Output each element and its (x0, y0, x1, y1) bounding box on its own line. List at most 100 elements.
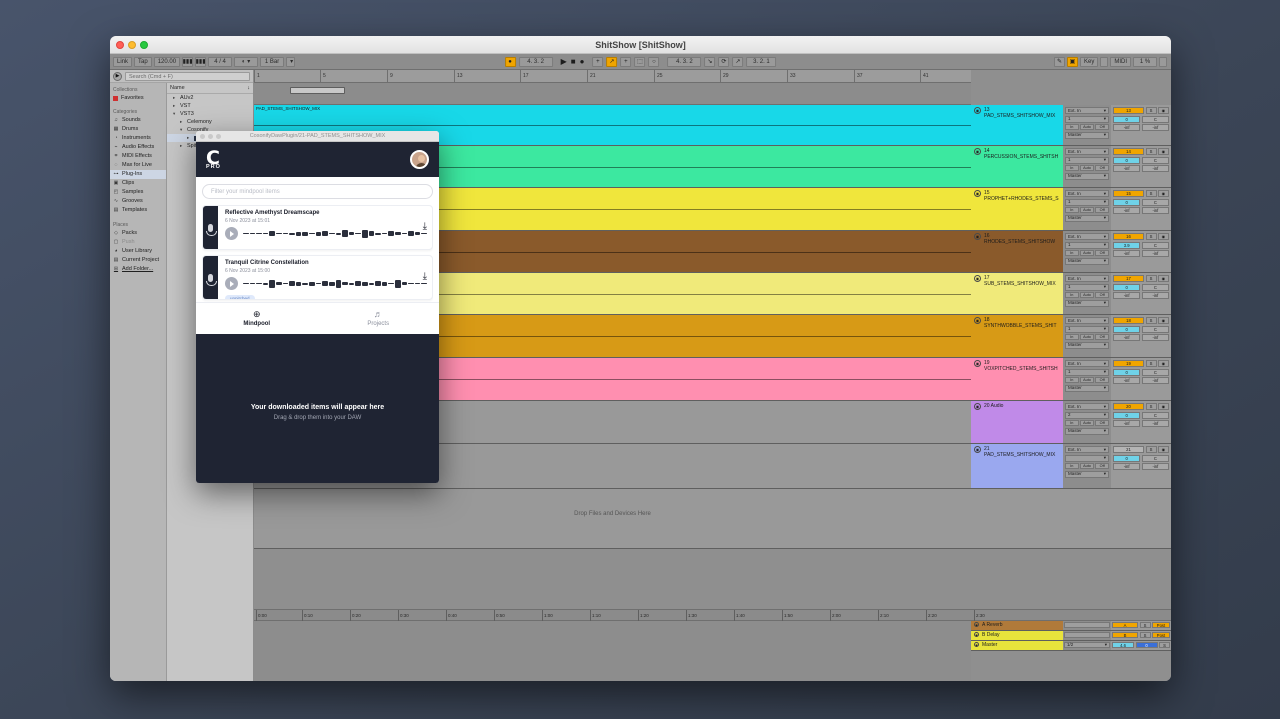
arm-icon[interactable]: ◉ (974, 642, 979, 647)
input-channel-select[interactable]: 1 ▾ (1065, 241, 1109, 249)
chevron-down-icon[interactable]: ▾ (1104, 318, 1106, 324)
input-channel-select[interactable]: 1 ▾ (1065, 283, 1109, 291)
monitor-auto[interactable]: Auto (1080, 334, 1094, 340)
sidebar-item-plug-ins[interactable]: ⊶ Plug-Ins (110, 170, 166, 179)
track-name[interactable]: ◉ 13 PAD_STEMS_SHITSHOW_MIX (971, 105, 1063, 145)
chevron-down-icon[interactable]: ▾ (1104, 108, 1106, 114)
monitor-in[interactable]: In (1065, 420, 1079, 426)
follow-icon[interactable]: ▣ (1066, 56, 1078, 67)
tree-item-vst3[interactable]: ▾ VST3 (167, 110, 253, 118)
chevron-down-icon[interactable]: ▾ (1104, 412, 1106, 418)
monitor-in[interactable]: In (1065, 463, 1079, 469)
return-track-b[interactable]: ◉ B Delay B S Post (971, 631, 1171, 641)
solo-button[interactable]: S (1145, 317, 1157, 324)
chevron-down-icon[interactable]: ▾ (1104, 215, 1106, 221)
sidebar-item-instruments[interactable]: ◔ Instruments (110, 134, 166, 143)
launch-quantization-select[interactable]: 1 Bar (260, 56, 285, 67)
monitor-row[interactable]: In Auto Off (1065, 124, 1110, 130)
chevron-down-icon[interactable]: ▾ (1104, 199, 1106, 205)
arm-button[interactable]: ◉ (1158, 233, 1169, 240)
chevron-down-icon[interactable]: ▾ (1104, 455, 1106, 461)
output-select[interactable]: Master ▾ (1065, 341, 1109, 349)
track-header-selected[interactable]: ◉ 21 PAD_STEMS_SHITSHOW_MIX Ext. In ▾ ▾ In… (971, 444, 1171, 489)
chevron-down-icon[interactable]: ▾ (1104, 300, 1106, 306)
arm-button[interactable]: ◉ (1158, 403, 1169, 410)
tap-tempo-button[interactable]: Tap (134, 56, 152, 67)
output-select[interactable]: Master ▾ (1065, 257, 1109, 265)
monitor-auto[interactable]: Auto (1080, 165, 1094, 171)
chevron-down-icon[interactable]: ▾ (1104, 326, 1106, 332)
monitor-auto[interactable]: Auto (1080, 377, 1094, 383)
sidebar-item-templates[interactable]: ▤ Templates (110, 206, 166, 215)
track-pan[interactable]: 0 (1113, 156, 1141, 164)
output-select[interactable]: Master ▾ (1065, 470, 1109, 478)
chevron-down-icon[interactable]: ▾ (1104, 471, 1106, 477)
solo-button[interactable]: S (1145, 233, 1157, 240)
arm-icon[interactable]: ◉ (974, 317, 981, 324)
input-channel-select[interactable]: 1 ▾ (1065, 325, 1109, 333)
send-a[interactable]: -inf (1113, 165, 1141, 172)
loop-brace[interactable] (290, 87, 345, 94)
chevron-down-icon[interactable]: ▾ (1104, 276, 1106, 282)
monitor-auto[interactable]: Auto (1080, 420, 1094, 426)
chevron-down-icon[interactable]: ▾ (1104, 157, 1106, 163)
input-channel-select[interactable]: 1 ▾ (1065, 198, 1109, 206)
punch-in-icon[interactable]: + (620, 56, 632, 67)
send-b[interactable]: -inf (1141, 463, 1169, 470)
chevron-right-icon[interactable]: ▸ (173, 103, 177, 109)
solo-button[interactable]: S (1145, 190, 1157, 197)
record-icon[interactable]: ● (580, 57, 585, 66)
chevron-down-icon[interactable]: ▾ (1104, 116, 1106, 122)
track-volume[interactable]: 13 (1113, 107, 1144, 114)
chevron-right-icon[interactable]: ▸ (180, 119, 184, 125)
chevron-down-icon[interactable]: ▾ (173, 111, 177, 117)
chevron-down-icon[interactable]: ▾ (1104, 361, 1106, 367)
arm-icon[interactable]: ◉ (974, 107, 981, 114)
arrangement-position-field[interactable]: 4. 3. 2 (518, 56, 553, 67)
chevron-down-icon[interactable]: ▾ (1104, 191, 1106, 197)
solo-button[interactable]: S (1145, 403, 1157, 410)
track-volume[interactable]: 19 (1113, 360, 1144, 367)
arm-button[interactable]: ◉ (1158, 275, 1169, 282)
solo-button[interactable]: S (1159, 642, 1170, 648)
output-select[interactable]: Master ▾ (1065, 131, 1109, 139)
sidebar-item-samples[interactable]: ◰ Samples (110, 188, 166, 197)
send-a[interactable]: -inf (1113, 124, 1141, 131)
monitor-auto[interactable]: Auto (1080, 207, 1094, 213)
tree-item-celemony[interactable]: ▸ Celemony (167, 118, 253, 126)
input-select[interactable]: Ext. In ▾ (1065, 233, 1109, 240)
arm-icon[interactable]: ◉ (974, 233, 981, 240)
chevron-down-icon[interactable]: ▾ (1104, 369, 1106, 375)
waveform-preview[interactable] (243, 278, 428, 290)
chevron-down-icon[interactable]: ▾ (1104, 132, 1106, 138)
arm-icon[interactable]: ◉ (974, 360, 981, 367)
chevron-down-icon[interactable]: ▾ (1104, 404, 1106, 410)
track-header[interactable]: ◉ 13 PAD_STEMS_SHITSHOW_MIX Ext. In ▾ 1 ▾ I… (971, 105, 1171, 146)
arm-button[interactable]: ◉ (1158, 148, 1169, 155)
launch-quantization-arrow[interactable]: ▾ (286, 56, 296, 67)
mindpool-items-list[interactable]: Reflective Amethyst Dreamscape 6 Nov 202… (202, 205, 433, 302)
track-name[interactable]: ◉ 14 PERCUSSION_STEMS_SHITSH (971, 146, 1063, 187)
track-pan[interactable]: 0 (1113, 368, 1141, 376)
plugin-close-button[interactable] (200, 133, 205, 139)
track-header[interactable]: ◉ 14 PERCUSSION_STEMS_SHITSH Ext. In ▾ 1 ▾ … (971, 146, 1171, 188)
return-io[interactable] (1064, 622, 1110, 628)
arm-button[interactable]: ◉ (1158, 360, 1169, 367)
loop-toggle-icon[interactable]: ⟳ (718, 56, 730, 67)
scrub-area[interactable] (254, 83, 971, 105)
monitor-off[interactable]: Off (1095, 377, 1110, 383)
arm-icon[interactable]: ◉ (974, 403, 981, 410)
arm-button[interactable]: ◉ (1158, 190, 1169, 197)
solo-button[interactable]: S (1145, 107, 1157, 114)
sidebar-item-push[interactable]: ▢ Push (110, 238, 166, 247)
minimize-button[interactable] (128, 41, 136, 49)
solo-button[interactable]: S (1139, 622, 1151, 628)
metronome-icon[interactable]: ▮▮▮ (182, 56, 194, 67)
monitor-off[interactable]: Off (1095, 165, 1110, 171)
input-channel-select[interactable]: 1 ▾ (1065, 115, 1109, 123)
sidebar-item-packs[interactable]: ◇ Packs (110, 229, 166, 238)
tag-chip[interactable]: unpitched (225, 295, 255, 299)
window-controls[interactable] (116, 41, 148, 49)
return-volume[interactable]: A (1112, 622, 1138, 628)
list-item[interactable]: Tranquil Citrine Constellation 6 Nov 202… (202, 255, 433, 300)
